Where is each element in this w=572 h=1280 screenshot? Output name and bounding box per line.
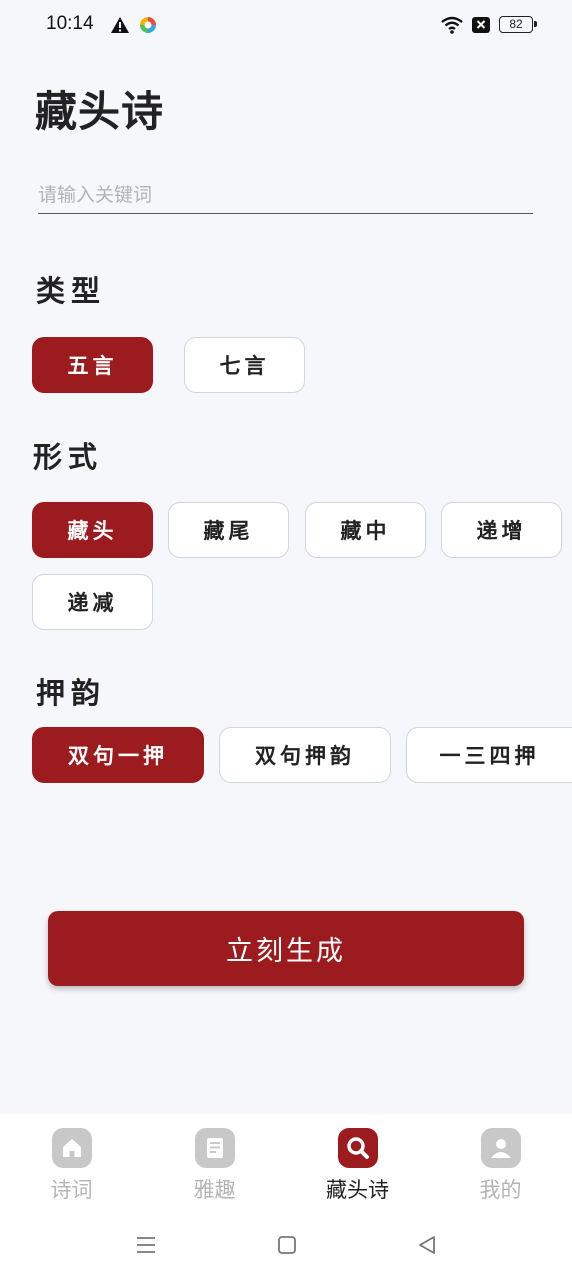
search-icon bbox=[338, 1128, 378, 1168]
document-icon bbox=[195, 1128, 235, 1168]
form-option-increasing[interactable]: 递增 bbox=[441, 502, 562, 558]
page-title: 藏头诗 bbox=[35, 87, 165, 136]
nav-label-elegance: 雅趣 bbox=[193, 1179, 236, 1202]
home-icon bbox=[52, 1128, 92, 1168]
nav-item-acrostic[interactable]: 藏头诗 bbox=[286, 1114, 429, 1210]
nav-item-elegance[interactable]: 雅趣 bbox=[143, 1114, 286, 1210]
nav-item-mine[interactable]: 我的 bbox=[429, 1114, 572, 1210]
type-option-qiyan[interactable]: 七言 bbox=[184, 337, 305, 393]
app-notification-icon bbox=[140, 17, 156, 33]
rhyme-option-double-rhyme[interactable]: 双句押韵 bbox=[219, 727, 391, 783]
form-option-decreasing[interactable]: 递减 bbox=[32, 574, 153, 630]
rhyme-option-double-one[interactable]: 双句一押 bbox=[32, 727, 204, 783]
rhyme-option-one-three-four[interactable]: 一三四押 bbox=[406, 727, 572, 783]
system-nav-bar bbox=[0, 1210, 572, 1280]
form-option-middle[interactable]: 藏中 bbox=[305, 502, 426, 558]
no-sim-icon bbox=[472, 17, 490, 33]
type-section-label: 类型 bbox=[36, 274, 107, 308]
nav-label-poems: 诗词 bbox=[50, 1179, 93, 1202]
nav-label-mine: 我的 bbox=[479, 1179, 522, 1202]
status-bar: 10:14 82 bbox=[0, 0, 572, 52]
rhyme-section-label: 押韵 bbox=[36, 676, 107, 710]
nav-item-poems[interactable]: 诗词 bbox=[0, 1114, 143, 1210]
wifi-icon bbox=[441, 16, 463, 34]
home-square-icon[interactable] bbox=[276, 1234, 298, 1256]
form-option-tail[interactable]: 藏尾 bbox=[168, 502, 289, 558]
form-option-head[interactable]: 藏头 bbox=[32, 502, 153, 558]
back-icon[interactable] bbox=[416, 1234, 438, 1256]
form-section-label: 形式 bbox=[33, 440, 104, 474]
type-option-wuyan[interactable]: 五言 bbox=[32, 337, 153, 393]
keyword-input[interactable] bbox=[38, 182, 533, 214]
menu-icon[interactable] bbox=[135, 1234, 157, 1256]
status-time: 10:14 bbox=[46, 13, 94, 34]
nav-label-acrostic: 藏头诗 bbox=[326, 1179, 389, 1202]
battery-indicator: 82 bbox=[499, 16, 537, 33]
warning-icon bbox=[111, 17, 129, 33]
bottom-nav: 诗词 雅趣 藏头诗 我的 bbox=[0, 1114, 572, 1210]
user-icon bbox=[481, 1128, 521, 1168]
generate-button[interactable]: 立刻生成 bbox=[48, 911, 524, 986]
